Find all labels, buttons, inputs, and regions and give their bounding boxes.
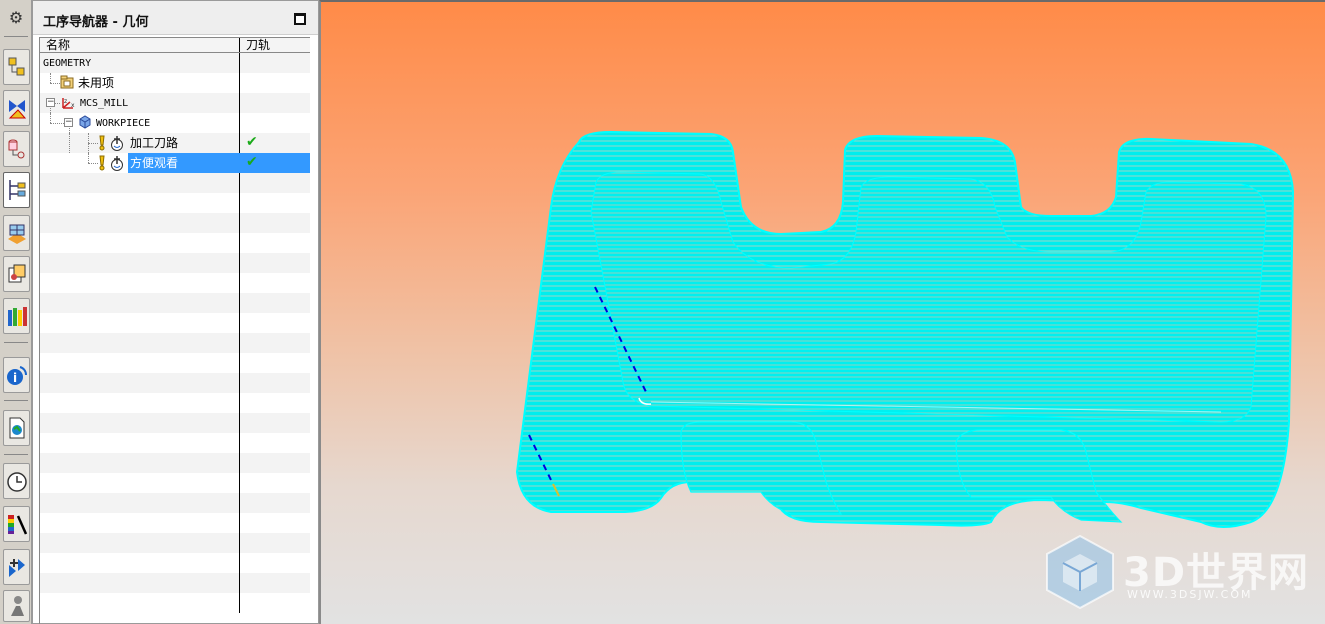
- folder-icon: [60, 75, 74, 89]
- tree-row-geometry[interactable]: GEOMETRY: [40, 53, 310, 73]
- history-icon[interactable]: [3, 463, 30, 499]
- mcs-icon: zx: [62, 98, 75, 109]
- logo-cube-icon: [1046, 534, 1114, 610]
- node-label: 未用项: [78, 76, 115, 90]
- tree-row-empty: [40, 373, 310, 393]
- status-warning-icon: [99, 155, 105, 171]
- cavity-mill-icon: [111, 156, 123, 171]
- tree-row-empty: [40, 233, 310, 253]
- collapse-icon[interactable]: −: [64, 118, 73, 127]
- navigator-header: 工序导航器 - 几何: [33, 1, 318, 35]
- node-label: MCS_MILL: [80, 98, 129, 109]
- tree-row-empty: [40, 333, 310, 353]
- system-materials-icon[interactable]: [3, 506, 30, 542]
- divider: [4, 342, 28, 343]
- tree-row-empty: [40, 293, 310, 313]
- divider: [4, 454, 28, 455]
- navigator-title: 工序导航器 - 几何: [43, 15, 149, 30]
- tree-row-workpiece[interactable]: − WORKPIECE: [40, 113, 310, 133]
- svg-text:i: i: [13, 371, 17, 385]
- node-label: WORKPIECE: [96, 118, 151, 129]
- tree-row-empty: [40, 533, 310, 553]
- status-warning-icon: [99, 135, 105, 151]
- node-label: 方便观看: [128, 153, 240, 173]
- tree-row-operation-1[interactable]: 加工刀路 ✔: [40, 133, 310, 153]
- operation-navigator-panel: 工序导航器 - 几何 名称 刀轨 GEOMETRY 未用项 − z x MCS_…: [32, 0, 319, 624]
- tree-row-operation-2[interactable]: 方便观看 ✔: [40, 153, 310, 173]
- watermark: 3D世界网 WWW.3DSJW.COM: [1041, 532, 1321, 612]
- check-icon: ✔: [246, 134, 258, 150]
- collapse-icon[interactable]: −: [46, 98, 55, 107]
- svg-text:x: x: [71, 102, 75, 109]
- tree-row-empty: [40, 473, 310, 493]
- check-icon: ✔: [246, 154, 258, 170]
- tree-row-mcs-mill[interactable]: − zx MCS_MILL: [40, 93, 310, 113]
- information-icon[interactable]: i: [3, 357, 30, 393]
- tree-row-empty: [40, 573, 310, 593]
- tree-row-empty: [40, 173, 310, 193]
- maximize-icon[interactable]: [294, 13, 306, 25]
- web-browser-icon[interactable]: [3, 410, 30, 446]
- tree-row-empty: [40, 213, 310, 233]
- tree-row-empty: [40, 253, 310, 273]
- workpiece-icon: [79, 115, 91, 129]
- tree-row-empty: [40, 553, 310, 573]
- tree-row-empty: [40, 193, 310, 213]
- hd3d-icon[interactable]: [3, 298, 30, 334]
- toolpath-display: [515, 130, 1295, 528]
- settings-icon[interactable]: ⚙: [2, 2, 30, 32]
- resource-bar: ⚙ i: [0, 0, 32, 624]
- tree-row-unused-items[interactable]: 未用项: [40, 73, 310, 93]
- divider: [4, 400, 28, 401]
- svg-text:z: z: [64, 98, 67, 105]
- tree-row-empty: [40, 433, 310, 453]
- assembly-navigator-icon[interactable]: [3, 49, 30, 85]
- tree-row-empty: [40, 453, 310, 473]
- navigator-tree[interactable]: 名称 刀轨 GEOMETRY 未用项 − z x MCS_MILL − WORK…: [39, 37, 310, 624]
- graphics-viewport[interactable]: 3D世界网 WWW.3DSJW.COM: [319, 0, 1325, 624]
- node-label: 加工刀路: [130, 136, 179, 150]
- tree-row-empty: [40, 413, 310, 433]
- column-header: 名称 刀轨: [40, 37, 310, 53]
- cavity-mill-icon: [111, 136, 123, 151]
- tree-row-empty: [40, 513, 310, 533]
- node-label: GEOMETRY: [43, 58, 92, 69]
- machine-tool-icon[interactable]: [3, 215, 30, 251]
- tree-row-empty: [40, 493, 310, 513]
- divider: [4, 36, 28, 37]
- part-navigator-icon[interactable]: [3, 131, 30, 167]
- column-toolpath-header[interactable]: 刀轨: [240, 38, 310, 52]
- reuse-library-icon[interactable]: [3, 256, 30, 292]
- tree-row-empty: [40, 353, 310, 373]
- tree-row-empty: [40, 593, 310, 613]
- tree-row-empty: [40, 313, 310, 333]
- part-floor-region: [590, 171, 1267, 423]
- roles-icon[interactable]: [3, 590, 30, 622]
- process-studio-icon[interactable]: [3, 549, 30, 585]
- operation-navigator-icon[interactable]: [3, 172, 30, 208]
- constraint-navigator-icon[interactable]: [3, 90, 30, 126]
- tree-row-empty: [40, 393, 310, 413]
- tree-row-empty: [40, 273, 310, 293]
- watermark-url: WWW.3DSJW.COM: [1127, 588, 1253, 601]
- column-name-header[interactable]: 名称: [40, 38, 240, 52]
